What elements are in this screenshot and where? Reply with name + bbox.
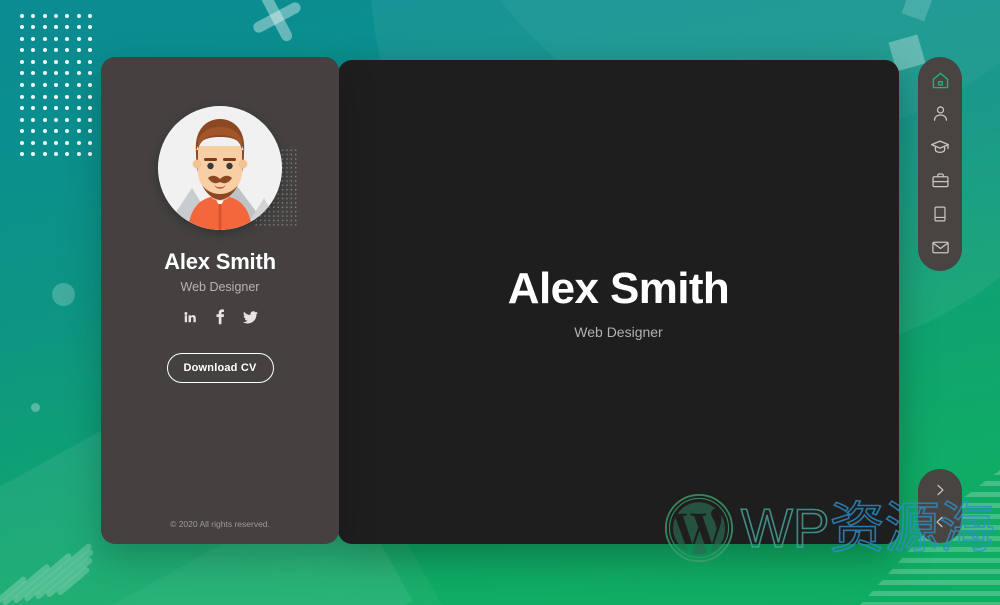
nav-item-home[interactable] [929, 70, 951, 92]
decorative-circle-small [31, 403, 40, 412]
hero-panel: Alex Smith Web Designer [338, 60, 899, 544]
copyright-text: © 2020 All rights reserved. [170, 519, 270, 529]
decorative-diagonal-stripes [0, 485, 96, 605]
profile-role: Web Designer [180, 280, 260, 294]
linkedin-icon[interactable] [182, 309, 198, 325]
download-cv-button[interactable]: Download CV [166, 353, 274, 383]
avatar [158, 106, 282, 230]
decorative-circle-large [52, 283, 75, 306]
twitter-icon[interactable] [242, 309, 258, 325]
profile-card: Alex Smith Web Designer Download CV © 20… [101, 57, 339, 544]
social-links [182, 309, 258, 325]
profile-name: Alex Smith [164, 249, 276, 274]
graduation-cap-icon [931, 140, 949, 154]
nav-item-experience[interactable] [929, 170, 951, 192]
home-icon [932, 72, 948, 89]
decorative-cross-shape [245, 0, 305, 46]
facebook-icon[interactable] [212, 309, 228, 325]
chevron-right-icon [937, 484, 944, 496]
nav-item-education[interactable] [929, 136, 951, 158]
next-button[interactable] [930, 480, 950, 500]
avatar-container [158, 106, 298, 230]
nav-item-portfolio[interactable] [929, 203, 951, 225]
pager-controls [918, 469, 962, 543]
user-icon [933, 106, 947, 122]
nav-rail [918, 57, 962, 271]
briefcase-icon [931, 173, 949, 188]
chevron-left-icon [936, 516, 943, 528]
hero-subtitle: Web Designer [574, 324, 663, 340]
nav-item-about[interactable] [929, 103, 951, 125]
bearded-man-avatar-icon [158, 106, 282, 230]
prev-button[interactable] [930, 512, 950, 532]
book-icon [934, 206, 946, 222]
nav-item-contact[interactable] [929, 236, 951, 258]
decorative-dot-grid [16, 10, 96, 160]
hero-title: Alex Smith [507, 264, 730, 313]
envelope-icon [931, 241, 949, 254]
